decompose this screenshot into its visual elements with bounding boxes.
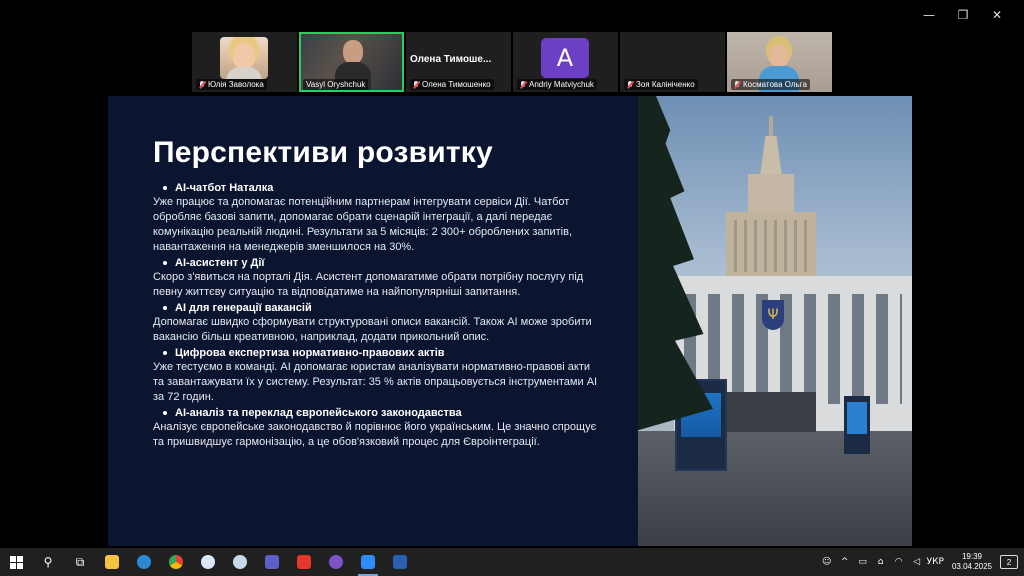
mic-muted-icon [199, 80, 205, 89]
participant-name: Косматова Ольга [743, 80, 807, 89]
people-icon[interactable]: ☺ [819, 548, 835, 576]
start-button[interactable] [0, 548, 32, 576]
coat-of-arms-icon: Ψ [762, 300, 784, 330]
clock-date: 03.04.2025 [951, 562, 992, 571]
bullet-heading: AI-аналіз та переклад європейського зако… [163, 405, 601, 420]
paint-icon[interactable] [192, 548, 224, 576]
battery-icon[interactable]: ▭ [855, 548, 871, 576]
restore-button[interactable]: ❐ [946, 6, 980, 24]
bullet-heading: Цифрова експертиза нормативно-правових а… [163, 345, 601, 360]
shared-screen-slide: Перспективи розвитку AI-чатбот Наталка У… [108, 96, 912, 546]
bullet-icon [163, 350, 167, 355]
network-icon[interactable]: ⌂ [873, 548, 889, 576]
participant-tile[interactable]: Юлія Заволока [192, 32, 297, 92]
bullet-icon [163, 305, 167, 310]
teams-icon[interactable] [256, 548, 288, 576]
chrome-icon[interactable] [160, 548, 192, 576]
slide-text-panel: Перспективи розвитку AI-чатбот Наталка У… [108, 96, 613, 546]
windows-icon [9, 555, 23, 569]
viber-icon[interactable] [320, 548, 352, 576]
participant-name: Vasyl Oryshchuk [306, 80, 366, 89]
search-icon[interactable]: ⚲ [32, 548, 64, 576]
mic-muted-icon [734, 80, 740, 89]
window-controls: — ❐ ✕ [912, 6, 1014, 24]
bullet-heading: AI-чатбот Наталка [163, 180, 601, 195]
notifications-button[interactable]: 2 [1000, 555, 1018, 569]
info-kiosk [844, 396, 870, 454]
participant-display-name: Олена Тимоше... [410, 54, 492, 65]
bullet-heading: AI-асистент у Дії [163, 255, 601, 270]
clock-time: 19:39 [961, 552, 982, 561]
bullet-icon [163, 260, 167, 265]
paint-alt-icon[interactable] [224, 548, 256, 576]
word-icon[interactable] [384, 548, 416, 576]
participant-name: Олена Тимошенко [422, 80, 491, 89]
bullet-icon [163, 185, 167, 190]
taskbar: ⚲ ⧉ ☺ ^ ▭ ⌂ ◠ ◁ УКР 19:39 03.04.2025 2 [0, 548, 1024, 576]
zoom-icon[interactable] [352, 548, 384, 576]
participant-name: Зоя Калініченко [636, 80, 695, 89]
task-view-icon[interactable]: ⧉ [64, 548, 96, 576]
slide-title: Перспективи розвитку [153, 136, 493, 169]
bullet-body: Уже працює та допомагає потенційним парт… [153, 196, 573, 253]
volume-icon[interactable]: ◁ [909, 548, 925, 576]
participant-avatar: A [541, 38, 589, 78]
participant-strip: Юлія Заволока Vasyl Oryshchuk Олена Тимо… [192, 32, 832, 92]
bullet-body: Допомагає швидко сформувати структурован… [153, 316, 592, 343]
minimize-button[interactable]: — [912, 6, 946, 24]
chevron-up-icon[interactable]: ^ [837, 548, 853, 576]
bullet-icon [163, 410, 167, 415]
bullet-body: Скоро з'явиться на порталі Дія. Асистент… [153, 271, 584, 298]
edge-icon[interactable] [128, 548, 160, 576]
participant-tile[interactable]: A Andriy Matviychuk [513, 32, 618, 92]
participant-name: Andriy Matviychuk [529, 80, 594, 89]
mic-muted-icon [627, 80, 633, 89]
bullet-body: Аналізує європейське законодавство й пор… [153, 421, 597, 448]
anydesk-icon[interactable] [288, 548, 320, 576]
file-explorer-icon[interactable] [96, 548, 128, 576]
bullet-heading: AI для генерації вакансій [163, 300, 601, 315]
participant-photo [220, 37, 268, 79]
participant-tile[interactable]: Олена Тимоше... Олена Тимошенко [406, 32, 511, 92]
wifi-icon[interactable]: ◠ [891, 548, 907, 576]
building-photo: Ψ [638, 96, 912, 546]
system-tray: ☺ ^ ▭ ⌂ ◠ ◁ УКР 19:39 03.04.2025 2 [819, 548, 1024, 576]
participant-tile-active-speaker[interactable]: Vasyl Oryshchuk [299, 32, 404, 92]
participant-name: Юлія Заволока [208, 80, 264, 89]
clock[interactable]: 19:39 03.04.2025 [946, 552, 998, 572]
mic-muted-icon [413, 80, 419, 89]
language-indicator[interactable]: УКР [927, 548, 944, 576]
bullet-body: Уже тестуємо в команді. AI допомагає юри… [153, 361, 598, 403]
close-button[interactable]: ✕ [980, 6, 1014, 24]
participant-tile[interactable]: Косматова Ольга [727, 32, 832, 92]
mic-muted-icon [520, 80, 526, 89]
participant-tile[interactable]: Зоя Калініченко [620, 32, 725, 92]
